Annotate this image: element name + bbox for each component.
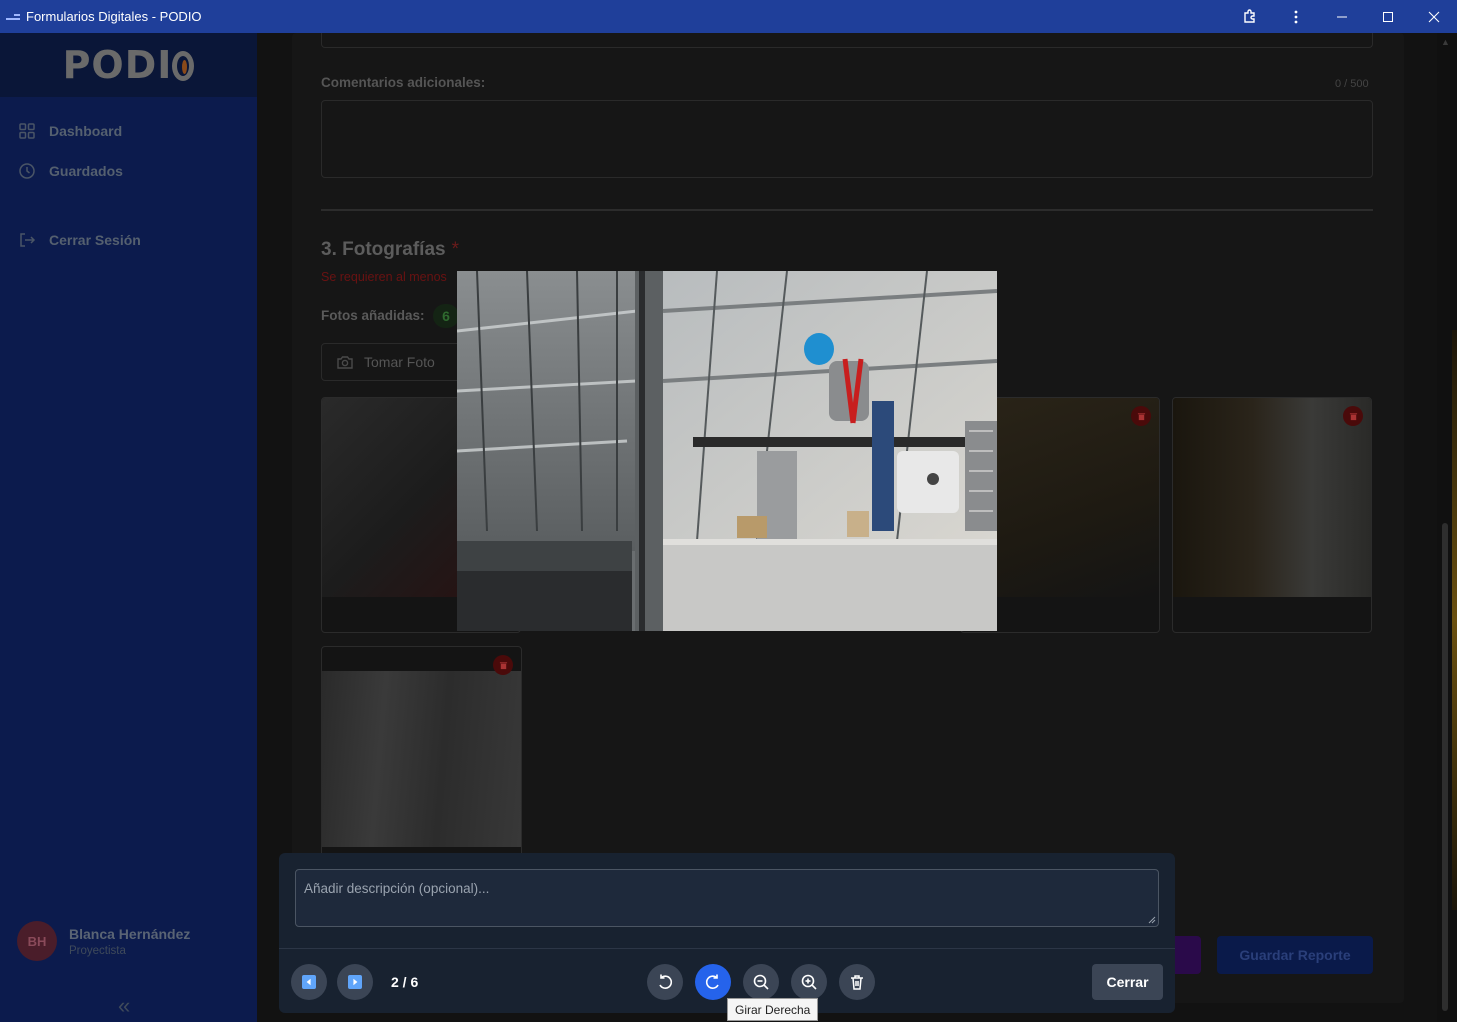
logout-icon (18, 231, 36, 249)
sidebar-item-logout[interactable]: Cerrar Sesión (0, 220, 257, 260)
sidebar-item-guardados[interactable]: Guardados (0, 151, 257, 191)
previous-arrow-icon (302, 975, 316, 989)
sidebar-item-label: Cerrar Sesión (49, 232, 141, 248)
rotate-left-button[interactable] (647, 964, 683, 1000)
section-divider (321, 209, 1373, 211)
comments-label: Comentarios adicionales: (321, 75, 486, 90)
take-photo-label: Tomar Foto (364, 354, 435, 370)
description-placeholder: Añadir descripción (opcional)... (304, 881, 490, 896)
window-edge (1452, 330, 1457, 910)
podio-logo: PODI (63, 43, 195, 87)
resize-grip-icon[interactable] (1148, 916, 1156, 924)
rotate-right-tooltip: Girar Derecha (727, 998, 819, 1021)
zoom-in-button[interactable] (791, 964, 827, 1000)
delete-photo-icon[interactable] (493, 655, 513, 675)
comments-textarea[interactable] (321, 100, 1373, 178)
sidebar: PODI Dashboard Guardados Cerrar Sesión B… (0, 33, 257, 1022)
more-menu-icon[interactable] (1273, 0, 1319, 33)
description-input[interactable]: Añadir descripción (opcional)... (295, 869, 1159, 927)
user-role: Proyectista (69, 944, 126, 957)
photos-count-badge: 6 (433, 304, 459, 328)
photo-viewer-image[interactable] (457, 271, 997, 631)
close-viewer-button[interactable]: Cerrar (1092, 964, 1163, 1000)
rotate-right-button[interactable] (695, 964, 731, 1000)
grid-icon (18, 122, 36, 140)
rotate-right-icon (705, 974, 719, 989)
user-name: Blanca Hernández (69, 925, 191, 942)
window-title: Formularios Digitales - PODIO (26, 9, 202, 24)
collapse-sidebar-icon[interactable]: « (118, 993, 130, 1019)
photo-thumbnail[interactable] (1172, 397, 1372, 633)
take-photo-button[interactable]: Tomar Foto (321, 343, 461, 381)
sidebar-item-label: Guardados (49, 163, 123, 179)
photos-warning: Se requieren al menos (321, 270, 447, 284)
clock-icon (18, 162, 36, 180)
delete-photo-icon[interactable] (1131, 406, 1151, 426)
page-indicator: 2 / 6 (391, 974, 419, 990)
sidebar-item-dashboard[interactable]: Dashboard (0, 111, 257, 151)
zoom-out-icon (753, 974, 769, 990)
close-window-icon[interactable] (1411, 0, 1457, 33)
photos-label: Fotos añadidas: (321, 308, 425, 323)
next-photo-button[interactable] (337, 964, 373, 1000)
delete-photo-icon[interactable] (1343, 406, 1363, 426)
avatar: BH (17, 921, 57, 961)
save-report-button[interactable]: Guardar Reporte (1217, 936, 1373, 974)
user-profile[interactable]: BH Blanca Hernández Proyectista (17, 921, 190, 961)
secondary-action-button[interactable] (1175, 936, 1201, 974)
minimize-icon[interactable] (1319, 0, 1365, 33)
scroll-up-icon[interactable]: ▲ (1441, 37, 1450, 47)
zoom-in-icon (801, 974, 817, 990)
sidebar-nav: Dashboard Guardados Cerrar Sesión (0, 111, 257, 260)
photo-viewer-panel: Añadir descripción (opcional)... 2 / 6 C… (279, 853, 1175, 1013)
required-mark: * (451, 239, 459, 260)
window-titlebar: Formularios Digitales - PODIO (0, 0, 1457, 33)
next-arrow-icon (348, 975, 362, 989)
trash-icon (851, 975, 863, 990)
extensions-icon[interactable] (1227, 0, 1273, 33)
camera-icon (336, 353, 354, 371)
sidebar-item-label: Dashboard (49, 123, 123, 139)
scrollbar-thumb[interactable] (1442, 523, 1448, 1011)
maximize-icon[interactable] (1365, 0, 1411, 33)
app-icon (6, 12, 20, 22)
zoom-out-button[interactable] (743, 964, 779, 1000)
previous-textarea[interactable] (321, 33, 1373, 48)
comments-counter: 0 / 500 (1335, 78, 1369, 90)
logo-area: PODI (0, 33, 257, 97)
section-title: 3. Fotografías * (321, 239, 459, 260)
panel-divider (279, 948, 1175, 949)
delete-photo-button[interactable] (839, 964, 875, 1000)
rotate-left-icon (659, 974, 673, 989)
photo-thumbnail[interactable] (321, 646, 522, 876)
previous-photo-button[interactable] (291, 964, 327, 1000)
